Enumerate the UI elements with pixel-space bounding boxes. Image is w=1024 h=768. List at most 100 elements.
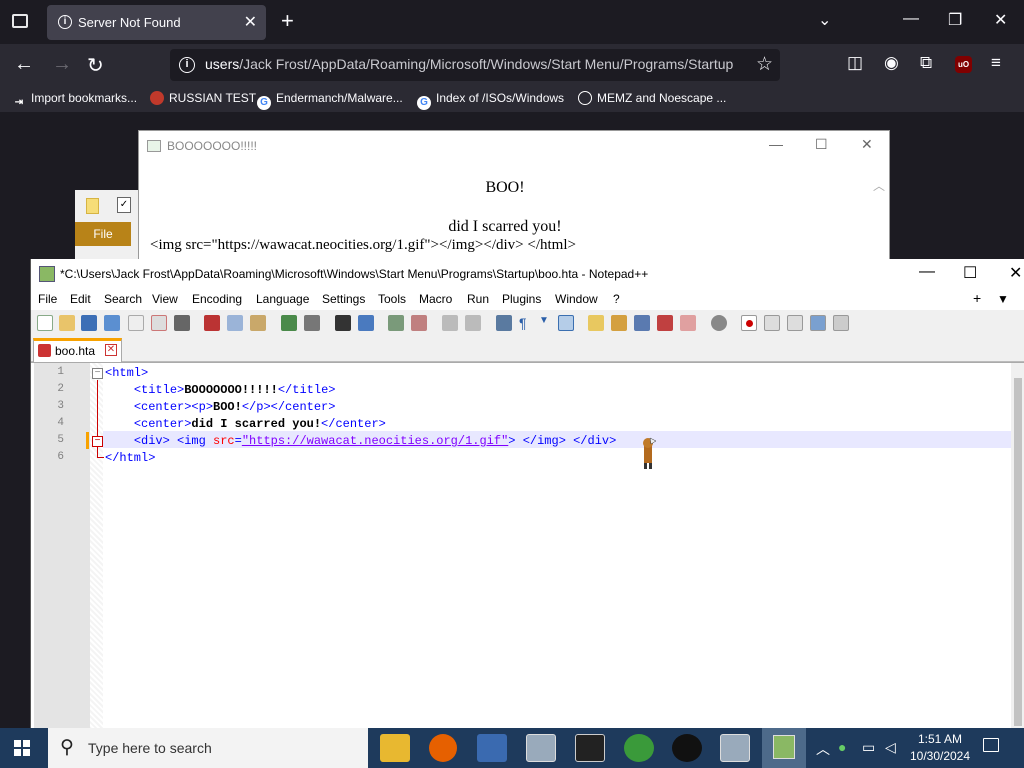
- copy-icon[interactable]: [227, 315, 243, 331]
- word-wrap-icon[interactable]: [496, 315, 512, 331]
- chevron-up-icon[interactable]: ︿: [816, 739, 830, 759]
- site-info-icon[interactable]: i: [179, 57, 195, 73]
- show-all-chars-icon[interactable]: ¶: [519, 315, 535, 331]
- bookmark-endermanch[interactable]: G Endermanch/Malware...: [257, 91, 403, 110]
- close-all-icon[interactable]: [151, 315, 167, 331]
- menu-file[interactable]: File: [38, 292, 57, 306]
- fold-toggle-icon[interactable]: −: [92, 436, 103, 447]
- pocket-icon[interactable]: ◫: [847, 53, 863, 73]
- taskbar-search[interactable]: ⚲ Type here to search: [48, 728, 368, 768]
- url-text[interactable]: users/Jack Frost/AppData/Roaming/Microso…: [205, 56, 733, 72]
- notepad-plus-plus-taskbar-button[interactable]: [762, 728, 806, 768]
- notifications-icon[interactable]: [983, 738, 999, 752]
- save-all-icon[interactable]: [104, 315, 120, 331]
- maximize-button[interactable]: ☐: [963, 263, 977, 283]
- close-button[interactable]: ✕: [1009, 263, 1022, 283]
- open-file-icon[interactable]: [59, 315, 75, 331]
- menu-window[interactable]: Window: [555, 292, 598, 306]
- scrollbar-thumb[interactable]: [1014, 378, 1022, 726]
- eye-icon[interactable]: [711, 315, 727, 331]
- properties-icon[interactable]: ✓: [117, 197, 131, 213]
- firefox-taskbar-icon[interactable]: [429, 734, 457, 762]
- menu-plugins[interactable]: Plugins: [502, 292, 541, 306]
- maximize-button[interactable]: ☐: [815, 136, 828, 153]
- close-button[interactable]: ✕: [994, 10, 1007, 30]
- minimize-button[interactable]: —: [919, 263, 935, 281]
- print-icon[interactable]: [174, 315, 190, 331]
- menu-settings[interactable]: Settings: [322, 292, 365, 306]
- forward-button[interactable]: →: [52, 53, 72, 76]
- url-bar[interactable]: i users/Jack Frost/AppData/Roaming/Micro…: [170, 49, 780, 81]
- file-explorer-taskbar-icon[interactable]: [380, 734, 410, 762]
- menu-help[interactable]: ?: [613, 292, 620, 306]
- dropdown-icon[interactable]: ▼: [539, 315, 555, 331]
- restore-button[interactable]: ❐: [948, 10, 962, 30]
- account-icon[interactable]: ◉: [884, 53, 899, 73]
- terminal-taskbar-icon[interactable]: [575, 734, 605, 762]
- bookmark-isos[interactable]: G Index of /ISOs/Windows: [417, 91, 564, 110]
- tab-boo-hta[interactable]: boo.hta ✕: [33, 338, 122, 362]
- menu-run[interactable]: Run: [467, 292, 489, 306]
- notepad-taskbar-icon[interactable]: [526, 734, 556, 762]
- new-tab-plus-icon[interactable]: +: [973, 290, 981, 306]
- folder-icon[interactable]: [86, 198, 99, 214]
- redo-icon[interactable]: [304, 315, 320, 331]
- menu-encoding[interactable]: Encoding: [192, 292, 242, 306]
- play-macro-icon[interactable]: [787, 315, 803, 331]
- extensions-icon[interactable]: ⧉: [920, 53, 932, 73]
- run-macro-multiple-icon[interactable]: [810, 315, 826, 331]
- save-icon[interactable]: [81, 315, 97, 331]
- indent-guide-icon[interactable]: [558, 315, 574, 331]
- bookmark-memz[interactable]: MEMZ and Noescape ...: [578, 91, 726, 105]
- zoom-in-icon[interactable]: [388, 315, 404, 331]
- volume-icon[interactable]: ◁: [885, 739, 896, 756]
- minimize-button[interactable]: —: [769, 136, 783, 152]
- language-icon[interactable]: [588, 315, 604, 331]
- document-map-icon[interactable]: [611, 315, 627, 331]
- ublock-icon[interactable]: uO: [955, 56, 972, 73]
- tab-list-dropdown-icon[interactable]: ▼: [997, 292, 1009, 306]
- close-button[interactable]: ✕: [861, 136, 873, 153]
- reload-button[interactable]: ↻: [87, 53, 104, 78]
- notepad-taskbar-icon[interactable]: [720, 734, 750, 762]
- tab-close-icon[interactable]: ✕: [105, 344, 117, 356]
- scroll-up-icon[interactable]: ︿: [873, 177, 885, 194]
- menu-icon[interactable]: ≡: [991, 53, 1001, 73]
- network-icon[interactable]: ▭: [862, 739, 875, 756]
- chevron-down-icon[interactable]: ⌄: [818, 10, 831, 30]
- minimize-button[interactable]: —: [903, 10, 919, 28]
- file-menu-tab[interactable]: File: [75, 222, 131, 246]
- folder-workspace-icon[interactable]: [657, 315, 673, 331]
- clock[interactable]: 1:51 AM 10/30/2024: [905, 731, 975, 765]
- menu-search[interactable]: Search: [104, 292, 142, 306]
- new-file-icon[interactable]: [37, 315, 53, 331]
- vertical-scrollbar[interactable]: [1011, 363, 1024, 729]
- menu-language[interactable]: Language: [256, 292, 309, 306]
- new-tab-button[interactable]: +: [281, 8, 294, 34]
- undo-icon[interactable]: [281, 315, 297, 331]
- sync-horizontal-icon[interactable]: [465, 315, 481, 331]
- replace-icon[interactable]: [358, 315, 374, 331]
- bookmark-russian-test[interactable]: RUSSIAN TEST: [150, 91, 256, 105]
- user-tray-icon[interactable]: ●: [838, 739, 846, 755]
- back-button[interactable]: ←: [14, 53, 34, 76]
- zoom-out-icon[interactable]: [411, 315, 427, 331]
- menu-edit[interactable]: Edit: [70, 292, 91, 306]
- save-macro-icon[interactable]: [833, 315, 849, 331]
- bookmark-import[interactable]: ⇥ Import bookmarks...: [12, 91, 137, 110]
- stop-macro-icon[interactable]: [764, 315, 780, 331]
- cut-icon[interactable]: [204, 315, 220, 331]
- monitoring-icon[interactable]: [680, 315, 696, 331]
- find-icon[interactable]: [335, 315, 351, 331]
- menu-view[interactable]: View: [152, 292, 178, 306]
- users-taskbar-icon[interactable]: [624, 734, 654, 762]
- app-taskbar-icon[interactable]: [672, 734, 702, 762]
- tab-server-not-found[interactable]: i Server Not Found ✕: [47, 5, 266, 40]
- close-file-icon[interactable]: [128, 315, 144, 331]
- menu-tools[interactable]: Tools: [378, 292, 406, 306]
- bookmark-star-icon[interactable]: ☆: [756, 53, 773, 76]
- menu-macro[interactable]: Macro: [419, 292, 452, 306]
- tab-list-icon[interactable]: [12, 14, 28, 28]
- record-macro-icon[interactable]: [741, 315, 757, 331]
- sync-vertical-icon[interactable]: [442, 315, 458, 331]
